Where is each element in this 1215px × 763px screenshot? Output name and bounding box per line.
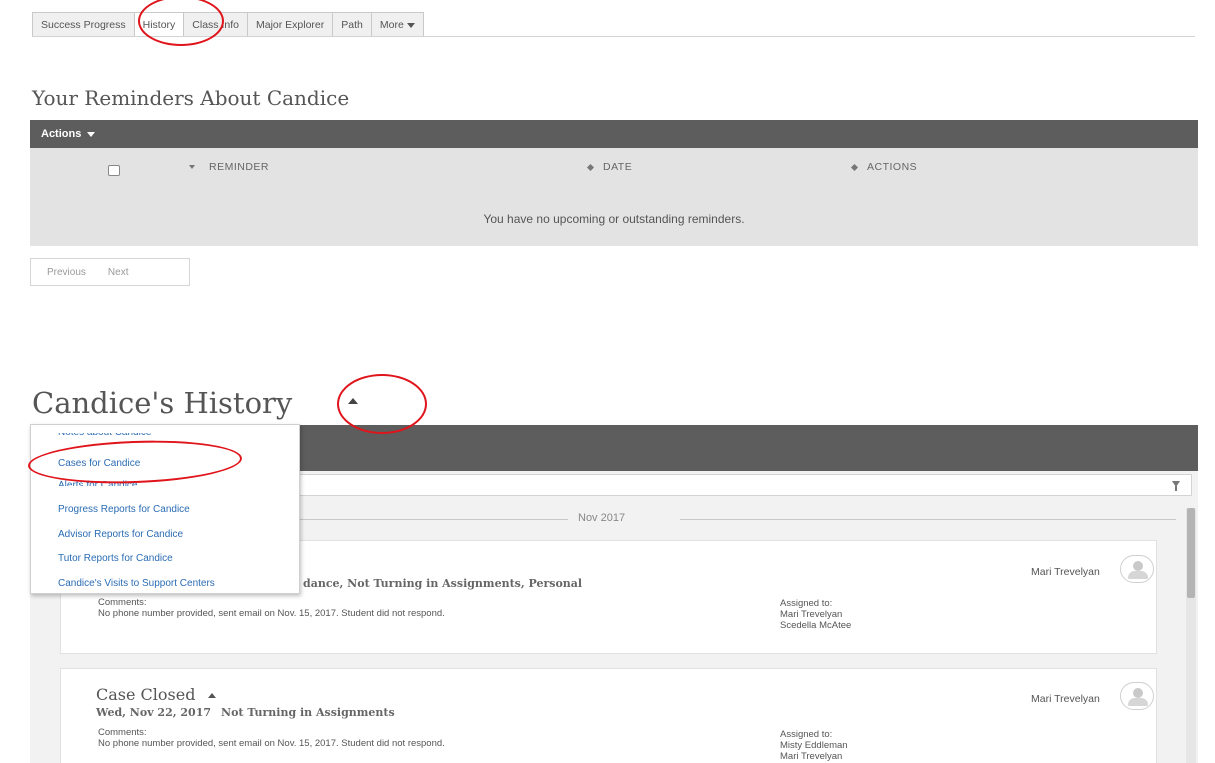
case-date: Wed, Nov 22, 2017: [96, 706, 212, 719]
case-title-row[interactable]: Case Closed: [96, 685, 216, 705]
case-comment: No phone number provided, sent email on …: [98, 738, 445, 749]
sort-caret-icon: [189, 165, 195, 170]
column-header-date[interactable]: DATE: [586, 161, 633, 173]
menu-item-advisor-reports[interactable]: Advisor Reports for Candice: [58, 529, 183, 540]
previous-button[interactable]: Previous: [47, 267, 86, 278]
tab-success-progress[interactable]: Success Progress: [32, 12, 134, 37]
actions-dropdown[interactable]: Actions: [41, 128, 96, 140]
actions-bar: Actions: [30, 120, 1198, 148]
comments-label: Comments:: [98, 597, 147, 608]
tab-more[interactable]: More: [370, 12, 424, 37]
assigned-user: Misty Eddleman: [780, 740, 848, 751]
case-status: Case Closed: [96, 685, 196, 704]
assigned-user: Mari Trevelyan: [780, 751, 843, 762]
menu-item-notes[interactable]: Notes about Candice: [58, 433, 151, 438]
collapse-caret-icon: [207, 693, 216, 699]
reminders-table: REMINDER DATE ACTIONS You have no upcomi…: [30, 148, 1198, 246]
menu-item-tutor-reports[interactable]: Tutor Reports for Candice: [58, 553, 173, 564]
assigned-user: Mari Trevelyan: [780, 609, 843, 620]
actions-label: Actions: [41, 128, 82, 140]
column-header-date-label: DATE: [603, 161, 633, 173]
annotation-circle: [138, 0, 224, 46]
chevron-down-icon: [406, 22, 415, 28]
sort-icon: [850, 163, 859, 171]
empty-reminders-message: You have no upcoming or outstanding remi…: [483, 212, 745, 226]
column-header-actions[interactable]: ACTIONS: [850, 161, 918, 173]
tab-more-label: More: [379, 19, 404, 31]
menu-item-support-visits[interactable]: Candice's Visits to Support Centers: [58, 578, 215, 589]
case-subtitle: Wed, Nov 22, 2017 Not Turning in Assignme…: [96, 706, 395, 719]
case-reasons: dance, Not Turning in Assignments, Perso…: [303, 577, 583, 590]
chevron-down-icon: [87, 131, 96, 137]
assigned-user: Scedella McAtee: [780, 620, 852, 631]
tab-path[interactable]: Path: [332, 12, 371, 37]
next-button[interactable]: Next: [108, 267, 129, 278]
menu-item-progress-reports[interactable]: Progress Reports for Candice: [58, 504, 190, 515]
case-card: Case Closed Wed, Nov 22, 2017 Not Turning…: [60, 668, 1157, 763]
filter-icon[interactable]: [1172, 481, 1180, 491]
avatar: [1120, 555, 1154, 583]
case-owner: Mari Trevelyan: [1031, 566, 1100, 578]
reminders-title: Your Reminders About Candice: [32, 86, 350, 110]
comments-label: Comments:: [98, 727, 147, 738]
tab-bar: Success Progress History Class Info Majo…: [32, 12, 424, 37]
date-separator: Nov 2017: [578, 512, 626, 524]
avatar: [1120, 682, 1154, 710]
pager: Previous Next: [30, 258, 190, 286]
sort-icon: [586, 163, 595, 171]
case-owner: Mari Trevelyan: [1031, 693, 1100, 705]
history-title: Candice's History: [32, 386, 293, 420]
column-header-reminder-label: REMINDER: [209, 161, 270, 173]
column-header-reminder[interactable]: REMINDER: [189, 161, 269, 173]
scrollbar-thumb[interactable]: [1187, 508, 1195, 598]
date-separator-line: [680, 519, 1176, 520]
annotation-circle: [337, 374, 427, 434]
case-reasons: Not Turning in Assignments: [221, 706, 395, 719]
select-all-checkbox[interactable]: [108, 165, 120, 176]
date-separator-line: [300, 519, 568, 520]
case-comment: No phone number provided, sent email on …: [98, 608, 445, 619]
column-header-actions-label: ACTIONS: [867, 161, 918, 173]
tab-major-explorer[interactable]: Major Explorer: [246, 12, 333, 37]
assigned-label: Assigned to:: [780, 598, 833, 609]
assigned-label: Assigned to:: [780, 729, 833, 740]
